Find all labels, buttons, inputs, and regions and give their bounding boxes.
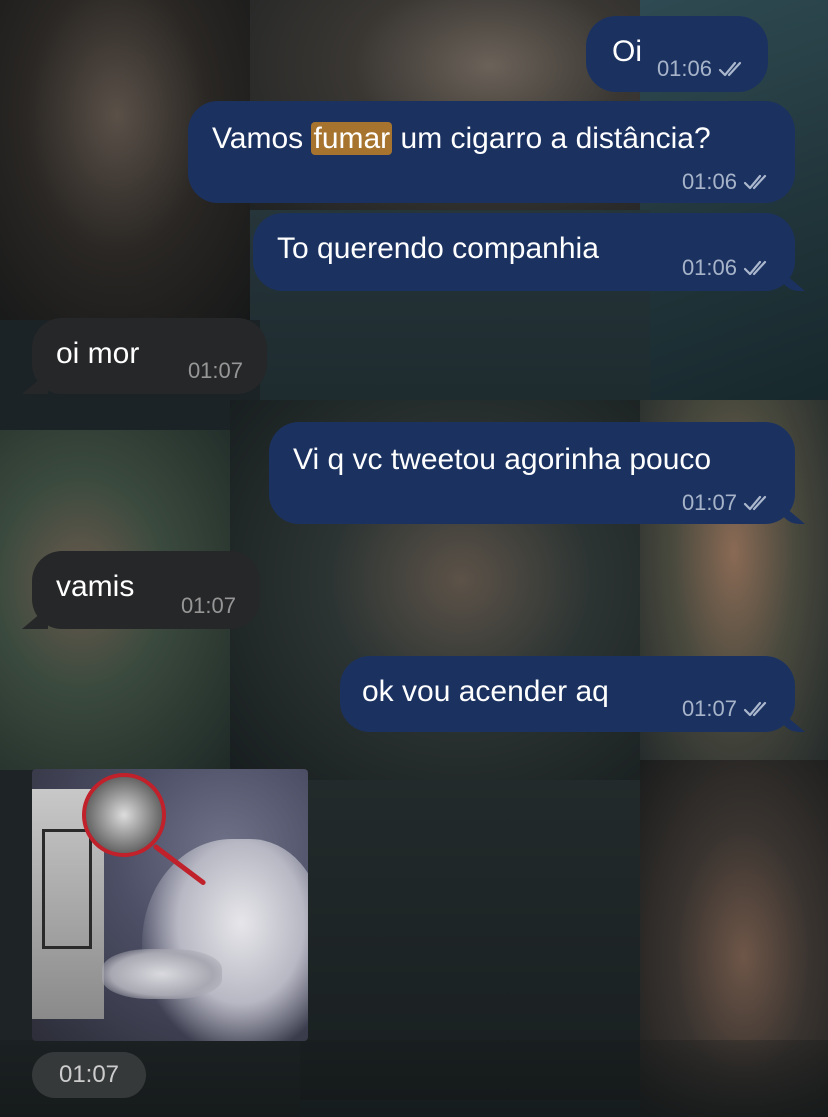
message-time: 01:06 — [656, 56, 712, 81]
message-text: oi mor — [56, 337, 140, 370]
message-text-part: Vamos — [212, 122, 312, 155]
message-text-part: um cigarro a distância? — [392, 122, 711, 155]
message-time: 01:07 — [681, 490, 737, 515]
message-text: vamis — [56, 570, 135, 603]
message-time: 01:07 — [180, 593, 236, 618]
message-text: Vi q vc tweetou agorinha pouco — [293, 443, 712, 476]
image-timestamp: 01:07 — [32, 1052, 146, 1098]
message-text: Vamos fumar um cigarro a distância? — [212, 121, 711, 157]
message-time: 01:07 — [681, 696, 737, 721]
message-image[interactable] — [32, 769, 308, 1041]
double-check-icon — [743, 701, 767, 717]
message-text: ok vou acender aq — [362, 675, 609, 708]
message-bubble-outgoing[interactable]: Vamos fumar um cigarro a distância? 01:0… — [188, 101, 795, 203]
message-time: 01:06 — [681, 255, 737, 280]
message-bubble-outgoing[interactable]: ok vou acender aq 01:07 — [340, 656, 795, 732]
message-text: Oi — [612, 35, 642, 68]
message-meta: 01:07 — [181, 593, 236, 619]
message-meta: 01:06 — [682, 169, 771, 195]
message-bubble-outgoing[interactable]: To querendo companhia 01:06 — [253, 213, 795, 291]
message-time: 01:07 — [187, 358, 243, 383]
message-list[interactable]: Oi 01:06 Vamos fumar um cigarro a distân… — [0, 0, 828, 1117]
message-bubble-outgoing[interactable]: Oi 01:06 — [586, 16, 768, 92]
magnifier-icon — [82, 773, 166, 857]
message-bubble-incoming[interactable]: vamis 01:07 — [32, 551, 260, 629]
image-window-frame — [42, 829, 92, 949]
double-check-icon — [743, 495, 767, 511]
message-meta: 01:06 — [682, 255, 771, 281]
search-highlight: fumar — [311, 122, 393, 155]
double-check-icon — [718, 61, 742, 77]
double-check-icon — [743, 260, 767, 276]
message-meta: 01:07 — [682, 696, 771, 722]
message-bubble-incoming[interactable]: oi mor 01:07 — [32, 318, 267, 394]
message-meta: 01:07 — [682, 490, 771, 516]
double-check-icon — [743, 174, 767, 190]
message-meta: 01:07 — [188, 358, 243, 384]
cat-arm — [102, 949, 222, 999]
message-text: To querendo companhia — [277, 232, 599, 265]
message-time: 01:06 — [681, 169, 737, 194]
message-bubble-outgoing[interactable]: Vi q vc tweetou agorinha pouco 01:07 — [269, 422, 795, 524]
message-meta: 01:06 — [657, 56, 746, 82]
